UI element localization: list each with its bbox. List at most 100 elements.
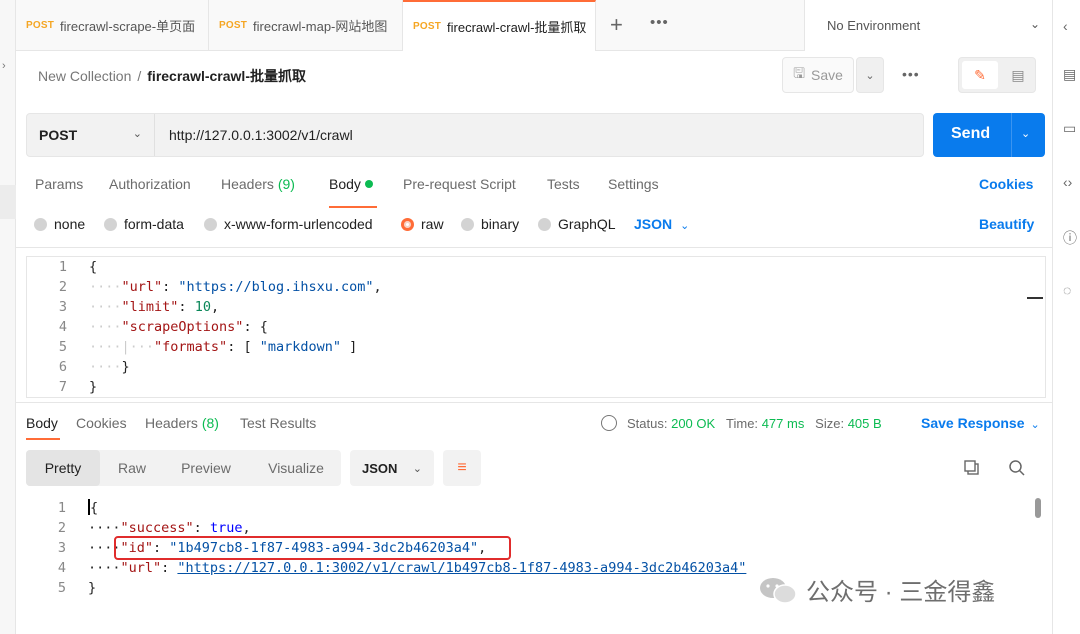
divider [16, 402, 1052, 403]
divider [16, 247, 1052, 248]
id-highlight-box [114, 536, 511, 560]
tab-request[interactable]: POST firecrawl-map-网站地图 [209, 0, 403, 51]
radio-label: raw [421, 216, 444, 232]
chevron-down-icon[interactable]: ⌄ [1021, 127, 1030, 140]
tab-headers[interactable]: Headers (9) [221, 176, 295, 192]
view-switch: ✎ ▤ [958, 57, 1036, 93]
view-tab-raw[interactable]: Raw [100, 450, 164, 486]
cookies-link[interactable]: Cookies [979, 176, 1033, 192]
json-key: "limit" [121, 299, 179, 315]
radio-icon [104, 217, 117, 231]
time-value[interactable]: 477 ms [762, 416, 805, 431]
more-tabs-icon[interactable]: ••• [650, 14, 669, 31]
json-brace: { [259, 319, 268, 335]
chevron-down-icon: ⌄ [865, 69, 875, 82]
copy-icon[interactable] [963, 459, 981, 477]
edit-icon[interactable]: ✎ [962, 61, 998, 89]
response-format-select[interactable]: JSON ⌄ [350, 450, 434, 486]
editor-minimap-marker [1027, 297, 1043, 299]
tab-request[interactable]: POST firecrawl-scrape-单页面 [16, 0, 209, 51]
search-icon[interactable] [1008, 459, 1026, 477]
json-brace: { [90, 500, 99, 516]
radio-none[interactable]: none [34, 216, 85, 232]
view-tab-visualize[interactable]: Visualize [252, 450, 340, 486]
status-value[interactable]: 200 OK [671, 416, 715, 431]
new-tab-icon[interactable]: + [610, 12, 623, 38]
response-body-viewer[interactable]: 1{ 2 ····"success": true, 3 ····"id": "1b4… [26, 496, 1046, 634]
chevron-down-icon: ⌄ [1029, 17, 1040, 31]
view-tab-preview[interactable]: Preview [166, 450, 246, 486]
tab-body-label: Body [329, 176, 361, 192]
tab-request-active[interactable]: POST firecrawl-crawl-批量抓取 [403, 0, 596, 51]
line-number: 6 [58, 359, 67, 375]
lightbulb-icon[interactable]: ◌ [1063, 282, 1079, 298]
radio-binary[interactable]: binary [461, 216, 519, 232]
active-tab-indicator [26, 438, 60, 440]
line-number: 5 [57, 580, 66, 596]
globe-icon[interactable] [601, 415, 617, 431]
radio-label: binary [481, 216, 520, 232]
tab-body[interactable]: Body [329, 176, 373, 192]
json-key: "url" [120, 560, 162, 576]
sidebar-selected-item[interactable] [0, 185, 16, 219]
request-tabs: Params Authorization Headers (9) Body Pr… [26, 166, 1046, 202]
tab-method: POST [413, 21, 442, 32]
comment-icon[interactable]: ▤ [1003, 61, 1033, 89]
comments-icon[interactable]: ▭ [1063, 120, 1079, 136]
code-icon[interactable]: ‹› [1063, 174, 1079, 190]
response-format-label: JSON [362, 460, 398, 476]
breadcrumb-current[interactable]: firecrawl-crawl-批量抓取 [147, 68, 306, 84]
size-value[interactable]: 405 B [848, 416, 882, 431]
beautify-button[interactable]: Beautify [979, 216, 1034, 232]
tab-prerequest-script[interactable]: Pre-request Script [403, 176, 516, 192]
json-value: "markdown" [259, 339, 341, 355]
response-tab-test-results[interactable]: Test Results [240, 415, 316, 431]
tab-authorization[interactable]: Authorization [109, 176, 191, 192]
radio-urlencoded[interactable]: x-www-form-urlencoded [204, 216, 373, 232]
json-brace: } [121, 359, 130, 375]
body-format-select[interactable]: JSON ⌄ [634, 216, 689, 232]
save-button[interactable]: 🖫 Save [782, 57, 854, 93]
json-link-value[interactable]: "https://127.0.0.1:3002/v1/crawl/1b497cb… [177, 560, 746, 576]
chevron-icon[interactable]: › [2, 60, 6, 72]
response-tab-body[interactable]: Body [26, 415, 58, 431]
radio-icon [461, 217, 474, 231]
environment-selector[interactable]: No Environment ⌄ [804, 0, 1052, 51]
radio-icon [34, 217, 47, 231]
response-tab-cookies[interactable]: Cookies [76, 415, 127, 431]
line-number: 7 [58, 379, 67, 395]
tab-bar: POST firecrawl-scrape-单页面 POST firecrawl… [16, 0, 1052, 51]
line-number: 3 [58, 299, 67, 315]
save-response-button[interactable]: Save Response ⌄ [921, 415, 1040, 431]
radio-form-data[interactable]: form-data [104, 216, 184, 232]
radio-graphql[interactable]: GraphQL [538, 216, 616, 232]
tab-method: POST [26, 20, 55, 31]
send-button[interactable]: Send ⌄ [933, 113, 1045, 157]
json-value: 10 [194, 299, 211, 315]
breadcrumb-collection[interactable]: New Collection [38, 68, 131, 84]
view-tab-pretty[interactable]: Pretty [26, 450, 100, 486]
more-options-icon[interactable]: ••• [902, 66, 920, 82]
size-label: Size: [815, 416, 845, 431]
code-text: ····"limit": 10, [89, 299, 220, 315]
info-icon[interactable]: ⓘ [1063, 228, 1079, 246]
request-body-editor[interactable]: 1{ 2 ····"url": "https://blog.ihsxu.com",… [26, 256, 1046, 398]
json-value: "https://blog.ihsxu.com" [178, 279, 374, 295]
wrap-lines-button[interactable]: ≡ [443, 450, 481, 486]
documentation-icon[interactable]: ▤ [1063, 66, 1079, 82]
response-tab-headers[interactable]: Headers (8) [145, 415, 219, 431]
tab-settings[interactable]: Settings [608, 176, 659, 192]
save-dropdown-button[interactable]: ⌄ [856, 57, 884, 93]
method-select[interactable]: POST ⌄ [27, 114, 155, 156]
scrollbar[interactable] [1035, 498, 1041, 518]
line-number: 1 [58, 259, 67, 275]
headers-count: (9) [277, 176, 295, 192]
radio-raw[interactable]: raw [401, 216, 444, 232]
url-input[interactable]: http://127.0.0.1:3002/v1/crawl [169, 127, 353, 143]
tab-params[interactable]: Params [35, 176, 83, 192]
tab-title: firecrawl-map-网站地图 [253, 19, 388, 34]
tab-tests[interactable]: Tests [547, 176, 580, 192]
code-line: 2 ····"success": true, [26, 518, 1046, 538]
url-bar: POST ⌄ http://127.0.0.1:3002/v1/crawl [26, 113, 924, 157]
chevron-left-icon[interactable]: ‹ [1063, 18, 1079, 34]
